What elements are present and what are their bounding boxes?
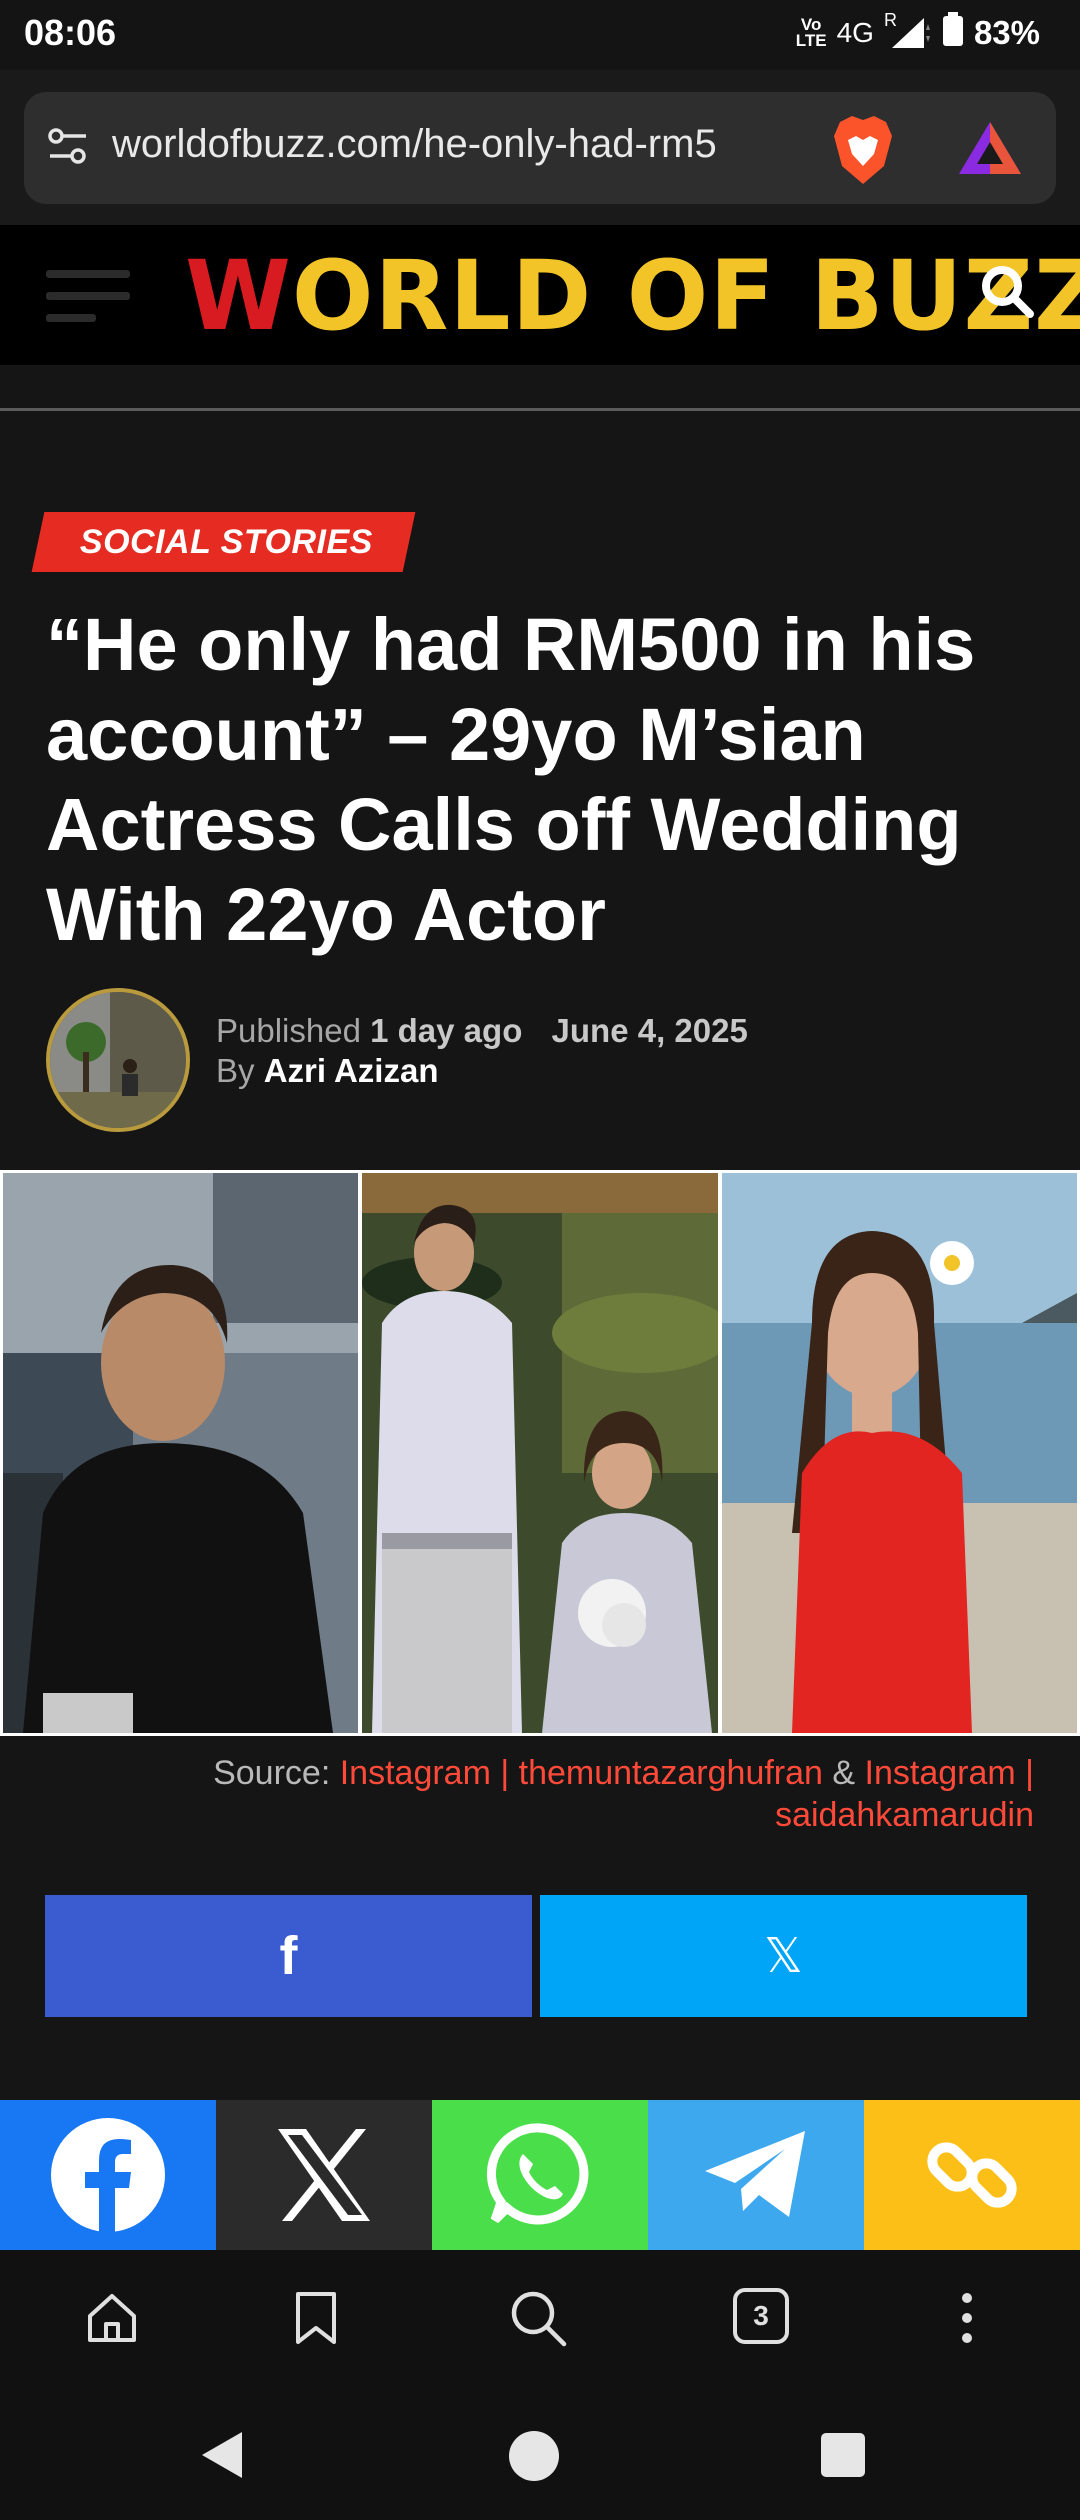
more-menu-icon[interactable] — [955, 2292, 979, 2349]
status-bar: 08:06 Vo LTE 4G R 83% — [0, 0, 1080, 70]
volte-icon: Vo LTE — [795, 15, 827, 50]
category-badge[interactable]: SOCIAL STORIES — [31, 512, 416, 572]
status-icons: Vo LTE 4G R 83% — [795, 10, 1040, 54]
battery-icon — [942, 12, 964, 54]
telegram-icon — [705, 2131, 805, 2217]
search-icon[interactable] — [978, 262, 1038, 327]
bookmark-icon[interactable] — [294, 2290, 338, 2351]
share-x-button[interactable]: 𝕏 — [540, 1895, 1027, 2017]
photo-wedding-couple — [362, 1173, 718, 1733]
header-divider — [0, 408, 1080, 411]
home-nav-icon[interactable] — [508, 2430, 560, 2487]
network-type: 4G — [836, 17, 874, 48]
hamburger-menu-icon[interactable] — [46, 270, 130, 331]
battery-level: 83% — [973, 14, 1040, 51]
whatsapp-icon — [487, 2123, 589, 2225]
image-source-caption: Source: Instagram | themuntazarghufran &… — [213, 1754, 1034, 1834]
photo-woman-red-dress — [722, 1173, 1077, 1733]
x-icon: 𝕏 — [764, 1928, 803, 1984]
brave-rewards-icon[interactable] — [955, 118, 1025, 183]
tab-count: 3 — [753, 2300, 769, 2331]
tabs-button[interactable]: 3 — [733, 2288, 789, 2344]
recents-icon[interactable] — [820, 2432, 866, 2483]
sticky-share-facebook[interactable] — [0, 2100, 216, 2250]
sticky-share-x[interactable] — [216, 2100, 432, 2250]
brave-shields-icon[interactable] — [830, 114, 896, 191]
share-facebook-button[interactable]: f — [45, 1895, 532, 2017]
status-time: 08:06 — [24, 12, 117, 53]
back-icon[interactable] — [198, 2430, 246, 2485]
sticky-share-whatsapp[interactable] — [432, 2100, 648, 2250]
x-logo-icon — [278, 2129, 370, 2221]
signal-icon: R — [884, 10, 932, 50]
site-logo[interactable]: WORLD OF BUZZ — [185, 240, 1080, 352]
author-avatar[interactable] — [46, 988, 190, 1132]
facebook-icon — [51, 2118, 165, 2234]
link-icon — [927, 2142, 1017, 2208]
byline: By Azri Azizan — [216, 1052, 439, 1089]
sticky-copy-link[interactable] — [864, 2100, 1080, 2250]
browser-search-icon[interactable] — [508, 2288, 568, 2353]
photo-man-black-shirt — [3, 1173, 358, 1733]
author-name[interactable]: Azri Azizan — [264, 1052, 439, 1089]
published-line: Published 1 day ago June 4, 2025 — [216, 1012, 748, 1049]
url-text[interactable]: worldofbuzz.com/he-only-had-rm5 — [112, 122, 802, 167]
facebook-icon: f — [279, 1926, 298, 1986]
site-settings-icon[interactable] — [44, 122, 92, 175]
home-icon[interactable] — [84, 2290, 140, 2351]
sticky-share-telegram[interactable] — [648, 2100, 864, 2250]
published-ago: 1 day ago — [370, 1012, 523, 1049]
publish-date: June 4, 2025 — [551, 1012, 748, 1049]
article-title: “He only had RM500 in his account” – 29y… — [46, 603, 976, 956]
source-link-1[interactable]: Instagram | themuntazarghufran — [340, 1754, 823, 1792]
